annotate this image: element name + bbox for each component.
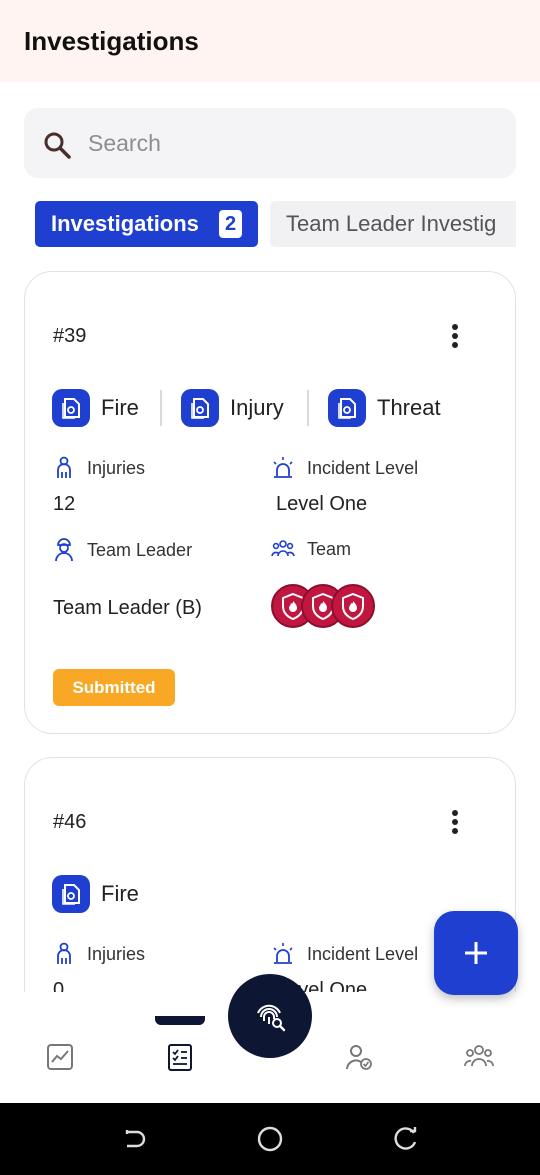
search-input[interactable] (88, 124, 488, 162)
type-chip-fire: Fire (52, 874, 139, 914)
injuries-field: Injuries (53, 456, 145, 480)
screen: Investigations Investigations 2 Team Lea… (0, 0, 540, 1175)
type-chip-threat: Threat (328, 388, 441, 428)
incident-level-value: Level One (276, 493, 368, 515)
team-icon (271, 540, 295, 557)
alarm-light-icon (273, 943, 293, 964)
document-icon (52, 875, 90, 913)
injuries-value: 0 (53, 979, 65, 992)
type-chip-fire: Fire (52, 388, 139, 428)
leader-icon (55, 538, 73, 562)
type-label: Injury (230, 395, 284, 420)
checklist-icon[interactable] (165, 1042, 195, 1072)
plus-icon (465, 942, 487, 964)
search-bar[interactable] (24, 108, 516, 178)
page-title: Investigations (24, 26, 199, 56)
team-leader-value: Team Leader (B) (53, 597, 202, 619)
back-icon[interactable] (121, 1125, 149, 1153)
chart-icon[interactable] (45, 1042, 75, 1072)
fire-team-icon (331, 584, 375, 628)
recents-icon[interactable] (391, 1125, 419, 1153)
system-navigation-bar (0, 1103, 540, 1175)
field-label: Injuries (87, 457, 146, 478)
field-label: Incident Level (307, 943, 419, 964)
investigation-id: #46 (53, 811, 87, 833)
status-badge: Submitted (53, 669, 175, 706)
injuries-value: 12 (53, 493, 76, 515)
type-label: Fire (101, 881, 139, 906)
search-icon (44, 132, 71, 159)
document-icon (181, 389, 219, 427)
user-check-icon[interactable] (344, 1042, 374, 1072)
field-label: Team Leader (87, 539, 193, 560)
injuries-field: Injuries (53, 942, 145, 966)
type-label: Threat (377, 395, 441, 420)
document-icon (328, 389, 366, 427)
investigation-id: #39 (53, 325, 87, 347)
divider (307, 390, 309, 426)
active-tab-indicator (155, 1016, 205, 1025)
count-badge: 2 (219, 210, 242, 238)
home-icon[interactable] (256, 1125, 284, 1153)
type-label: Fire (101, 395, 139, 420)
tab-team-leader-investigations[interactable]: Team Leader Investig (270, 201, 516, 247)
type-chip-injury: Injury (181, 388, 284, 428)
team-field: Team (271, 538, 351, 560)
field-label: Incident Level (307, 457, 419, 478)
tab-label: Team Leader Investig (286, 211, 497, 236)
fingerprint-search-icon (257, 1004, 286, 1032)
group-icon[interactable] (464, 1042, 494, 1072)
incident-level-field: Incident Level (271, 456, 418, 480)
injured-person-icon (57, 942, 71, 964)
alarm-light-icon (273, 457, 293, 478)
tab-label: Investigations (51, 211, 199, 236)
divider (160, 390, 162, 426)
add-investigation-button[interactable] (434, 911, 518, 995)
fingerprint-search-button[interactable] (228, 974, 312, 1058)
injured-person-icon (57, 456, 71, 478)
field-label: Injuries (87, 943, 146, 964)
incident-level-field: Incident Level (271, 942, 418, 966)
app-bar: Investigations (0, 0, 540, 82)
field-label: Team (307, 538, 352, 559)
more-options-icon[interactable] (451, 810, 459, 838)
tab-investigations[interactable]: Investigations 2 (35, 201, 258, 247)
tab-bar: Investigations 2 Team Leader Investig (35, 201, 516, 247)
more-options-icon[interactable] (451, 324, 459, 352)
document-icon (52, 389, 90, 427)
team-leader-field: Team Leader (53, 538, 192, 562)
investigation-card[interactable]: #39 Fire Injury Threat Injuries 12 Incid… (24, 271, 516, 734)
team-badges (271, 584, 381, 630)
